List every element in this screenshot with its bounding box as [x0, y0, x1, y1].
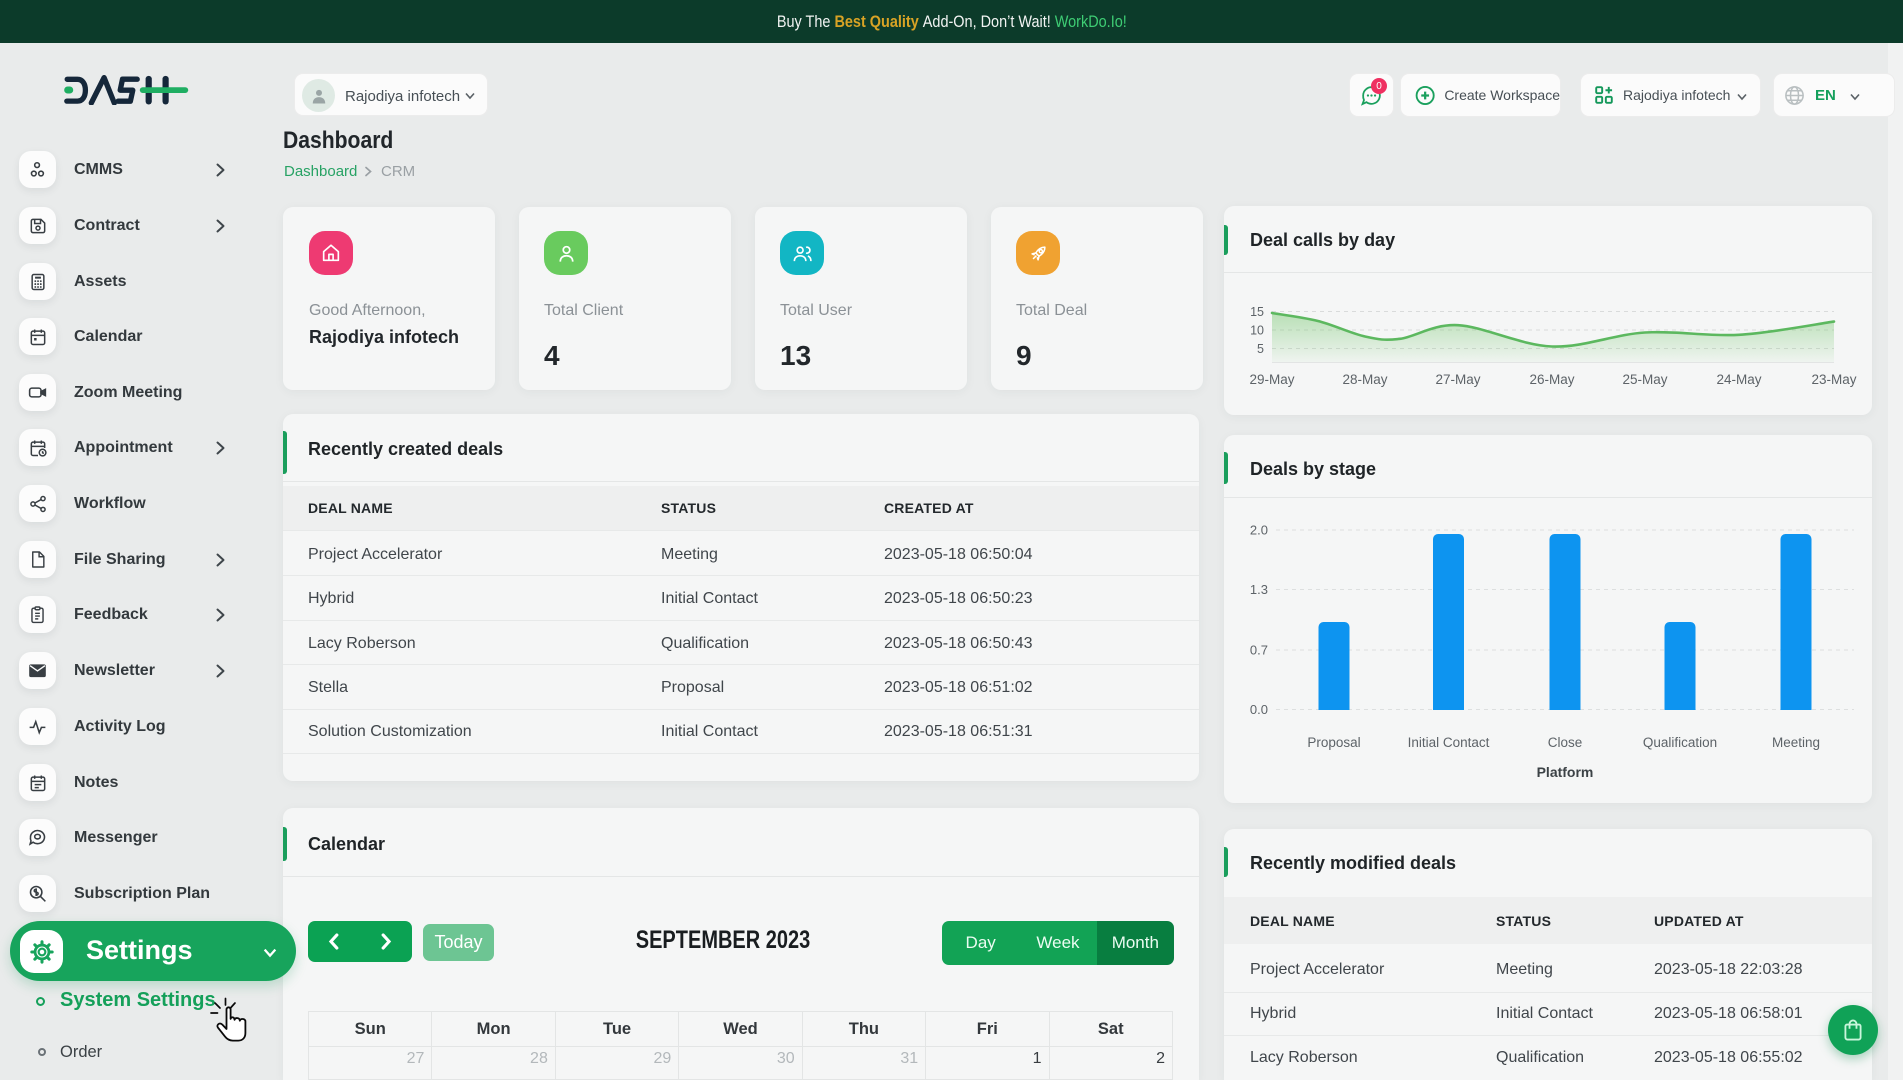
svg-text:Meeting: Meeting — [1772, 735, 1820, 750]
svg-text:10: 10 — [1250, 324, 1264, 338]
svg-text:Close: Close — [1548, 735, 1583, 750]
svg-text:29-May: 29-May — [1249, 372, 1294, 387]
svg-text:2.0: 2.0 — [1250, 523, 1268, 538]
svg-text:26-May: 26-May — [1529, 372, 1574, 387]
svg-text:28-May: 28-May — [1342, 372, 1387, 387]
svg-text:25-May: 25-May — [1622, 372, 1667, 387]
svg-text:5: 5 — [1257, 342, 1264, 356]
svg-text:Qualification: Qualification — [1643, 735, 1717, 750]
svg-text:Platform: Platform — [1537, 764, 1594, 780]
svg-text:1.3: 1.3 — [1250, 582, 1268, 597]
svg-text:Initial Contact: Initial Contact — [1408, 735, 1490, 750]
svg-text:24-May: 24-May — [1716, 372, 1761, 387]
svg-text:Proposal: Proposal — [1307, 735, 1360, 750]
svg-text:0.0: 0.0 — [1250, 702, 1268, 717]
svg-text:23-May: 23-May — [1811, 372, 1856, 387]
svg-text:15: 15 — [1250, 305, 1264, 319]
svg-text:27-May: 27-May — [1435, 372, 1480, 387]
svg-text:0.7: 0.7 — [1250, 643, 1268, 658]
